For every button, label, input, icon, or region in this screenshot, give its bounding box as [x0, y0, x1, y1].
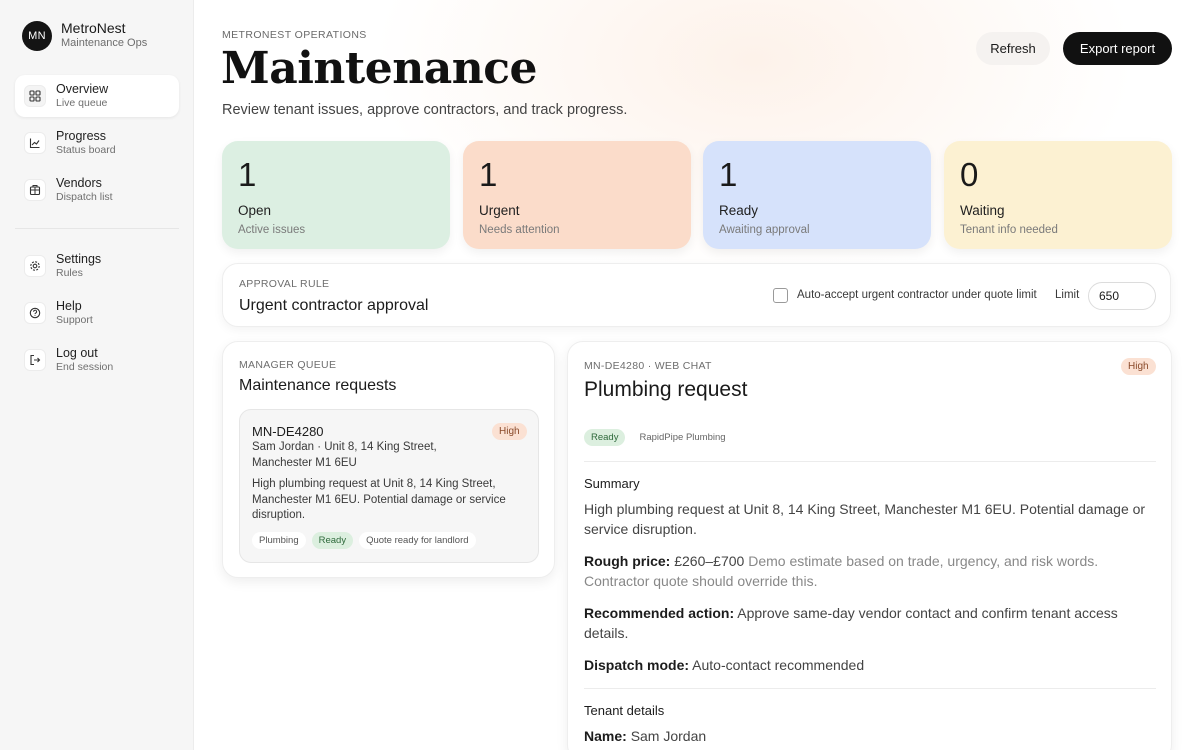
sidebar-item-label: Overview: [56, 82, 109, 96]
price-label: Rough price:: [584, 553, 671, 569]
sidebar-item-overview[interactable]: Overview Live queue: [15, 75, 179, 117]
name-value: Sam Jordan: [630, 728, 707, 744]
dispatch-value: Auto-contact recommended: [692, 657, 865, 673]
stat-sub: Active issues: [238, 224, 306, 236]
divider: [584, 461, 1156, 462]
auto-accept-label[interactable]: Auto-accept urgent contractor under quot…: [797, 289, 1037, 301]
action-label: Recommended action:: [584, 605, 735, 621]
tenant-heading: Tenant details: [584, 703, 665, 718]
brand-subtitle: Maintenance Ops: [61, 37, 148, 49]
name-label: Name:: [584, 728, 627, 744]
rule-eyebrow: APPROVAL RULE: [239, 278, 330, 290]
stat-value: 1: [479, 156, 498, 193]
request-address: Sam Jordan · Unit 8, 14 King Street, Man…: [252, 441, 437, 469]
export-report-button[interactable]: Export report: [1063, 32, 1172, 65]
stat-card-open: 1 Open Active issues: [222, 141, 450, 249]
dispatch-label: Dispatch mode:: [584, 657, 690, 673]
sidebar-item-label: Help: [56, 299, 82, 313]
stat-label: Open: [238, 203, 272, 218]
help-icon: [24, 302, 46, 324]
rule-title: Urgent contractor approval: [239, 297, 429, 314]
approval-rule-card: APPROVAL RULE Urgent contractor approval…: [222, 263, 1171, 327]
stat-label: Ready: [719, 203, 759, 218]
logout-icon: [24, 349, 46, 371]
chart-icon: [24, 132, 46, 154]
dispatch-mode: Dispatch mode: Auto-contact recommended: [584, 655, 1154, 675]
request-list-item[interactable]: MN-DE4280 High Sam Jordan · Unit 8, 14 K…: [239, 409, 539, 563]
stat-card-urgent: 1 Urgent Needs attention: [463, 141, 691, 249]
summary-heading: Summary: [584, 476, 640, 491]
sidebar-item-help[interactable]: Help Support: [15, 292, 179, 334]
sidebar-item-settings[interactable]: Settings Rules: [15, 245, 179, 287]
brand: MN MetroNest Maintenance Ops: [22, 20, 147, 51]
stat-value: 1: [719, 156, 738, 193]
stat-card-ready: 1 Ready Awaiting approval: [703, 141, 931, 249]
tenant-name: Name: Sam Jordan: [584, 726, 1154, 746]
sidebar-item-sub: Dispatch list: [56, 191, 113, 203]
sidebar-item-vendors[interactable]: Vendors Dispatch list: [15, 169, 179, 211]
page-title: Maintenance: [221, 43, 538, 94]
status-tag: Ready: [311, 532, 354, 549]
auto-accept-checkbox[interactable]: [773, 288, 788, 303]
main-content: METRONEST OPERATIONS Maintenance Review …: [194, 0, 1200, 750]
status-tag: Ready: [584, 429, 626, 446]
sidebar-item-sub: Rules: [56, 267, 83, 279]
stat-sub: Awaiting approval: [719, 224, 810, 236]
sidebar-item-label: Settings: [56, 252, 102, 266]
manager-queue-card: MANAGER QUEUE Maintenance requests MN-DE…: [222, 341, 555, 578]
recommended-action: Recommended action: Approve same-day ven…: [584, 603, 1154, 643]
request-detail-card: MN-DE4280 · WEB CHAT Plumbing request Hi…: [567, 341, 1172, 750]
request-id: MN-DE4280: [252, 424, 324, 439]
sidebar-item-sub: Status board: [56, 144, 116, 156]
rough-price: Rough price: £260–£700 Demo estimate bas…: [584, 551, 1154, 591]
sidebar-divider: [15, 228, 179, 229]
sidebar-item-progress[interactable]: Progress Status board: [15, 122, 179, 164]
priority-badge: High: [492, 423, 527, 440]
page-eyebrow: METRONEST OPERATIONS: [222, 29, 367, 41]
sidebar-item-sub: Support: [56, 314, 93, 326]
vendor-name: RapidPipe Plumbing: [639, 432, 726, 443]
building-icon: [24, 179, 46, 201]
sidebar: MN MetroNest Maintenance Ops Overview Li…: [0, 0, 194, 750]
limit-label: Limit: [1055, 289, 1080, 301]
sidebar-item-label: Progress: [56, 129, 107, 143]
stat-value: 0: [960, 156, 979, 193]
refresh-button[interactable]: Refresh: [976, 32, 1050, 65]
stat-sub: Tenant info needed: [960, 224, 1058, 236]
detail-eyebrow: MN-DE4280 · WEB CHAT: [584, 360, 712, 372]
request-description: High plumbing request at Unit 8, 14 King…: [252, 478, 506, 521]
sidebar-item-sub: Live queue: [56, 97, 108, 109]
avatar: MN: [22, 20, 52, 51]
grid-icon: [24, 85, 46, 107]
stat-label: Waiting: [960, 203, 1005, 218]
summary-text: High plumbing request at Unit 8, 14 King…: [584, 501, 1146, 537]
sidebar-item-label: Vendors: [56, 176, 102, 190]
trade-tag: Plumbing: [252, 532, 306, 549]
priority-badge: High: [1121, 358, 1156, 375]
stat-value: 1: [238, 156, 257, 193]
sidebar-item-label: Log out: [56, 346, 98, 360]
limit-input[interactable]: [1088, 282, 1156, 310]
queue-title: Maintenance requests: [239, 377, 397, 394]
sidebar-item-sub: End session: [56, 361, 114, 373]
stat-label: Urgent: [479, 203, 520, 218]
primary-nav: Overview Live queue Progress Status boar…: [15, 75, 179, 216]
divider: [584, 688, 1156, 689]
detail-title: Plumbing request: [584, 378, 748, 401]
gear-icon: [24, 255, 46, 277]
brand-name: MetroNest: [61, 20, 126, 36]
sidebar-item-logout[interactable]: Log out End session: [15, 339, 179, 381]
secondary-nav: Settings Rules Help Support Log out End …: [15, 245, 179, 386]
price-value: £260–£700: [674, 553, 745, 569]
detail-tags: Ready RapidPipe Plumbing: [584, 429, 726, 446]
stat-sub: Needs attention: [479, 224, 560, 236]
page-subtitle: Review tenant issues, approve contractor…: [222, 102, 628, 118]
quote-tag: Quote ready for landlord: [359, 532, 476, 549]
stat-card-waiting: 0 Waiting Tenant info needed: [944, 141, 1172, 249]
queue-eyebrow: MANAGER QUEUE: [239, 359, 337, 371]
request-tags: Plumbing Ready Quote ready for landlord: [252, 532, 482, 549]
